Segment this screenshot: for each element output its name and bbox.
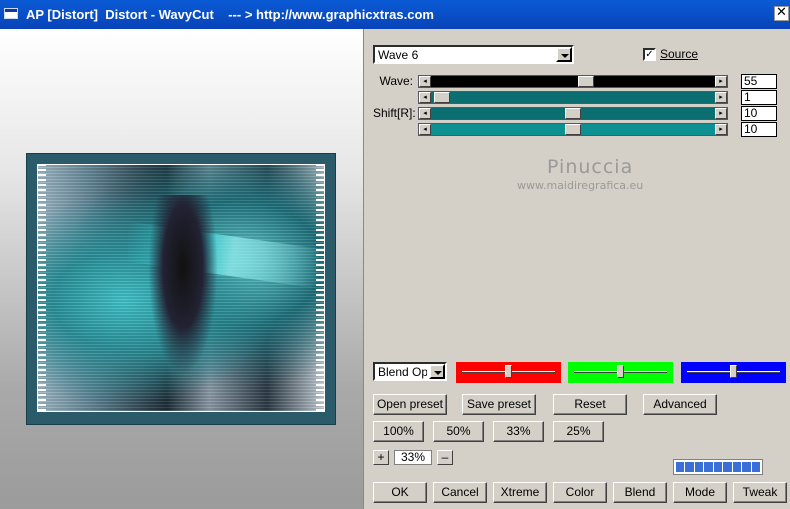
arrow-right-icon[interactable]: ▸ (715, 124, 727, 135)
dancer-figure (148, 195, 218, 375)
slider-label: Shift[R]: (373, 106, 416, 120)
preset-dropdown-value: Wave 6 (378, 48, 419, 62)
progress-segment (676, 462, 685, 472)
advanced-button[interactable]: Advanced (643, 394, 717, 415)
arrow-right-icon[interactable]: ▸ (715, 76, 727, 87)
title-bar: AP [Distort] Distort - WavyCut --- > htt… (0, 0, 790, 29)
slider-value-field[interactable]: 10 (741, 122, 777, 137)
window-icon (4, 8, 18, 19)
progress-segment (742, 462, 751, 472)
parameter-slider[interactable]: ◂ ▸ (418, 75, 728, 88)
slider-label: Wave: (379, 74, 413, 88)
xtreme-button[interactable]: Xtreme (493, 482, 547, 503)
cancel-button[interactable]: Cancel (433, 482, 487, 503)
progress-segment (694, 462, 704, 472)
parameter-slider[interactable]: ◂ ▸ (418, 107, 728, 120)
slider-thumb[interactable] (565, 108, 581, 119)
preview-image[interactable] (37, 164, 325, 412)
progress-segment (723, 462, 732, 472)
close-icon[interactable]: ✕ (774, 6, 789, 21)
reset-button[interactable]: Reset (553, 394, 627, 415)
progress-segment (685, 462, 694, 472)
slider-value-field[interactable]: 55 (741, 74, 777, 89)
arrow-left-icon[interactable]: ◂ (419, 124, 431, 135)
source-label[interactable]: Source (660, 47, 698, 61)
slider-thumb[interactable] (578, 76, 595, 87)
zoom-minus-button[interactable]: – (437, 450, 453, 465)
save-preset-button[interactable]: Save preset (462, 394, 536, 415)
arrow-right-icon[interactable]: ▸ (715, 92, 727, 103)
slider-thumb[interactable] (433, 92, 450, 103)
zoom-value-field[interactable]: 33% (394, 450, 432, 465)
slider-thumb[interactable] (617, 365, 624, 378)
open-preset-button[interactable]: Open preset (373, 394, 447, 415)
controls-panel: Wave 6 ✓ Source Wave: ◂ ▸ 55 ◂ ▸ 1 Shift[R]: ◂ ▸ 1… (365, 29, 790, 509)
arrow-left-icon[interactable]: ◂ (419, 108, 431, 119)
chevron-down-icon[interactable] (556, 47, 572, 62)
zoom-33-button[interactable]: 33% (493, 421, 544, 442)
arrow-left-icon[interactable]: ◂ (419, 92, 431, 103)
watermark-name: Pinuccia (547, 156, 634, 178)
zoom-25-button[interactable]: 25% (553, 421, 604, 442)
checkmark-icon: ✓ (645, 49, 654, 60)
chevron-down-icon[interactable] (429, 364, 445, 379)
source-checkbox[interactable]: ✓ (643, 48, 656, 61)
tweak-button[interactable]: Tweak (733, 482, 787, 503)
zoom-plus-button[interactable]: + (373, 450, 389, 465)
progress-segment (732, 462, 742, 472)
green-slider[interactable] (568, 362, 673, 383)
progress-segment (713, 462, 723, 472)
progress-segment (751, 462, 760, 472)
zoom-100-button[interactable]: 100% (373, 421, 424, 442)
progress-bar (673, 459, 763, 475)
slider-thumb[interactable] (505, 365, 512, 378)
slider-value-field[interactable]: 1 (741, 90, 777, 105)
blend-button[interactable]: Blend (613, 482, 667, 503)
preview-frame (26, 153, 336, 425)
watermark-url: www.maidiregrafica.eu (517, 179, 644, 192)
preset-dropdown[interactable]: Wave 6 (373, 45, 574, 64)
mode-button[interactable]: Mode (673, 482, 727, 503)
blend-options-dropdown[interactable]: Blend Options (373, 362, 447, 381)
blend-options-value: Blend Options (378, 365, 427, 379)
slider-value-field[interactable]: 10 (741, 106, 777, 121)
parameter-slider[interactable]: ◂ ▸ (418, 91, 728, 104)
parameter-slider[interactable]: ◂ ▸ (418, 123, 728, 136)
ok-button[interactable]: OK (373, 482, 427, 503)
arrow-right-icon[interactable]: ▸ (715, 108, 727, 119)
progress-segment (704, 462, 713, 472)
zoom-50-button[interactable]: 50% (433, 421, 484, 442)
wavy-edge-left (38, 165, 46, 411)
red-slider[interactable] (456, 362, 561, 383)
blue-slider[interactable] (681, 362, 786, 383)
slider-thumb[interactable] (565, 124, 581, 135)
preview-panel (0, 29, 364, 509)
color-button[interactable]: Color (553, 482, 607, 503)
window-title: AP [Distort] Distort - WavyCut --- > htt… (26, 7, 434, 22)
slider-thumb[interactable] (730, 365, 737, 378)
arrow-left-icon[interactable]: ◂ (419, 76, 431, 87)
